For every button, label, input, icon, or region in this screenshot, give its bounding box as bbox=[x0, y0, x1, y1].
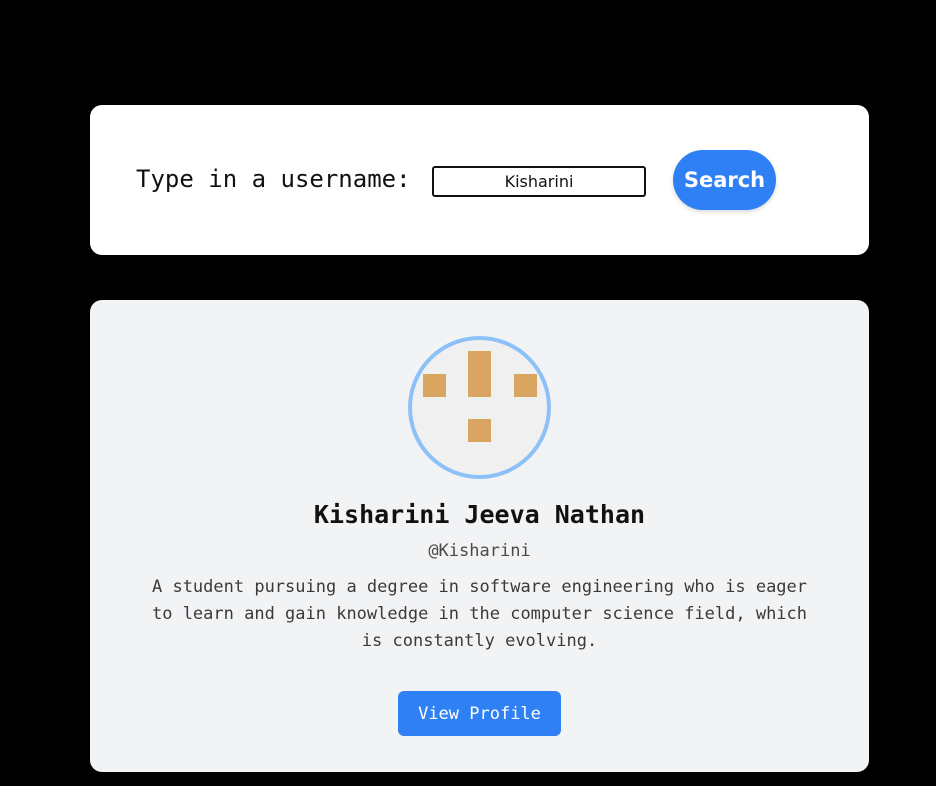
search-label: Type in a username: bbox=[136, 165, 411, 193]
profile-bio: A student pursuing a degree in software … bbox=[151, 577, 808, 651]
identicon-avatar-icon bbox=[423, 351, 537, 442]
search-button[interactable]: Search bbox=[673, 150, 776, 210]
avatar bbox=[408, 336, 551, 479]
search-card: Type in a username: Search bbox=[90, 105, 869, 255]
profile-card: Kisharini Jeeva Nathan @Kisharini A stud… bbox=[90, 300, 869, 772]
username-input[interactable] bbox=[432, 166, 646, 197]
view-profile-button[interactable]: View Profile bbox=[398, 691, 561, 736]
profile-name: Kisharini Jeeva Nathan bbox=[313, 500, 646, 529]
profile-handle: @Kisharini bbox=[428, 541, 531, 561]
